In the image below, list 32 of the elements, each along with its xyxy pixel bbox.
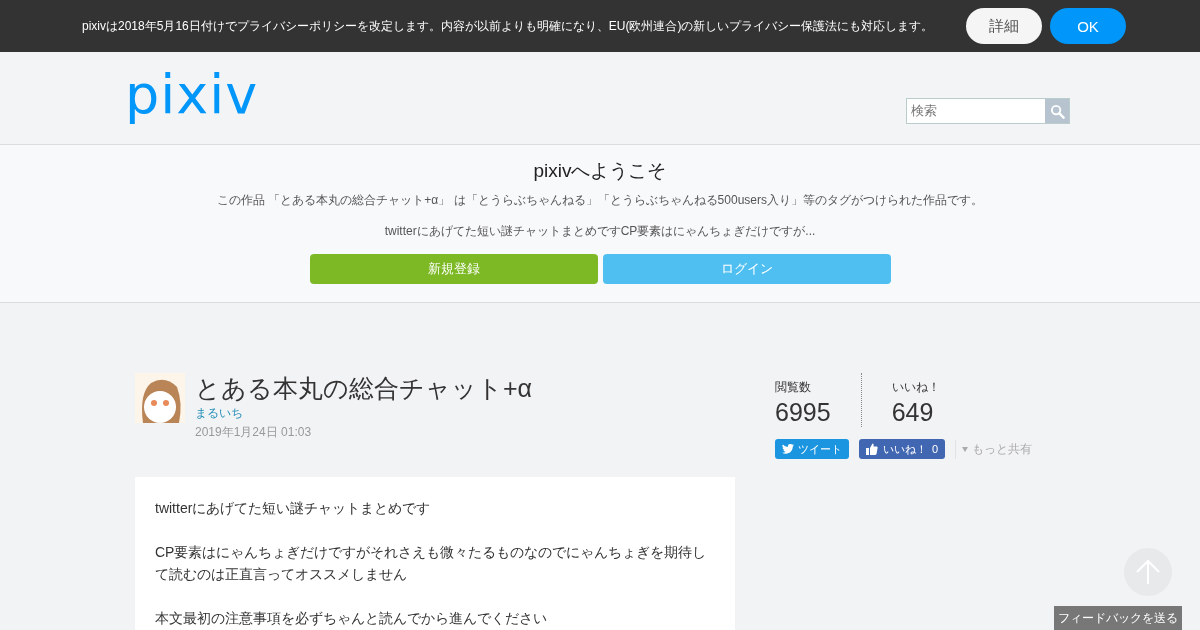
- thumbs-up-icon: [866, 443, 878, 455]
- ok-button[interactable]: OK: [1050, 8, 1126, 44]
- author-link[interactable]: まるいち: [195, 405, 243, 422]
- stat-label: いいね！: [891, 379, 940, 396]
- search-field[interactable]: 検索: [906, 98, 1070, 124]
- work-title: とある本丸の総合チャット+α: [195, 373, 533, 403]
- login-button[interactable]: ログイン: [602, 254, 891, 284]
- caption-paragraph: twitterにあげてた短い謎チャットまとめです: [155, 499, 432, 518]
- search-icon: [1049, 103, 1065, 119]
- bird-icon: [782, 444, 794, 454]
- like-label: いいね！: [883, 441, 927, 457]
- more-share-button[interactable]: もっと共有: [955, 439, 1039, 459]
- stat-value: 6995: [775, 398, 831, 427]
- stat-value: 649: [891, 398, 935, 427]
- caption-paragraph: CP要素はにゃんちょぎだけですがそれさえも微々たるものなのでにゃんちょぎを期待して読むのは正直言ってオススメしません: [155, 543, 708, 584]
- dropdown-caret-icon: [962, 446, 969, 452]
- work-excerpt: twitterにあげてた短い謎チャットまとめですCP要素はにゃんちょぎだけですが...: [384, 223, 816, 240]
- consent-message: pixivは2018年5月16日付けでプライバシーポリシーを改定します。内容が以前よりも明確になり、EU(欧州連合)の新しいプライバシー保護法にも対応します。: [82, 17, 935, 35]
- like-count: 0: [932, 443, 939, 455]
- signup-button[interactable]: 新規登録: [309, 254, 598, 284]
- work-description: この作品 「とある本丸の総合チャット+α」 は「とうらぶちゃんねる」「とうらぶちゃんねる500users入り」等のタグがつけられた作品です。: [217, 192, 983, 209]
- details-button[interactable]: 詳細: [966, 8, 1042, 44]
- caption-paragraph: 本文最初の注意事項を必ずちゃんと読んでから進んでください: [155, 609, 548, 628]
- welcome-title: pixivへようこそ: [533, 159, 667, 183]
- avatar[interactable]: [135, 373, 185, 423]
- pixiv-logo[interactable]: pixiv: [125, 68, 259, 144]
- tweet-button[interactable]: ツイート: [775, 439, 849, 459]
- search-button[interactable]: [1045, 99, 1069, 123]
- like-button[interactable]: いいね！ 0: [859, 439, 946, 459]
- feedback-button[interactable]: フィードバックを送る: [1054, 606, 1182, 630]
- post-date: 2019年1月24日 01:03: [195, 424, 313, 441]
- stat-label: 閲覧数: [775, 379, 812, 396]
